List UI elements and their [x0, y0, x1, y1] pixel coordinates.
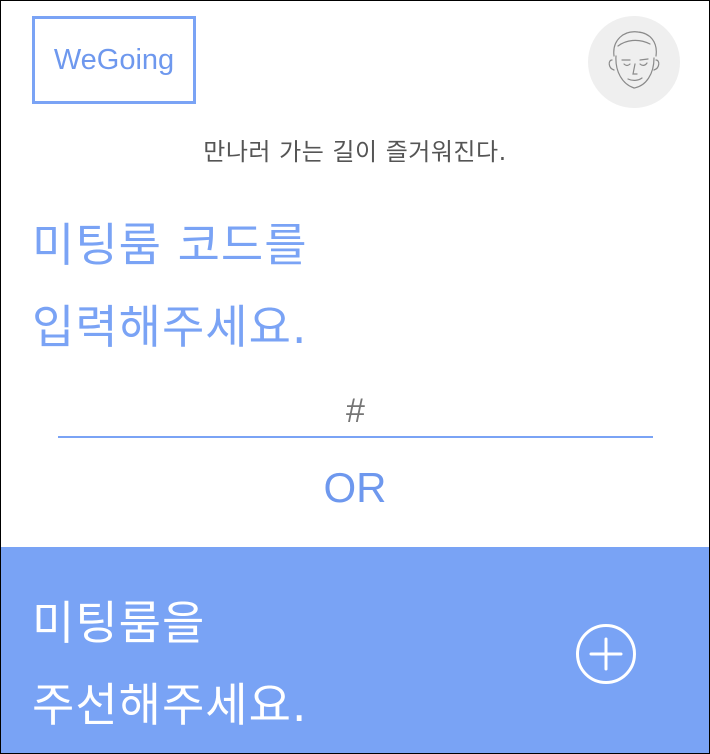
create-room-line2: 주선해주세요.: [32, 678, 308, 732]
logo-text: WeGoing: [53, 43, 175, 76]
create-room-line1: 미팅룸을: [32, 596, 206, 650]
room-code-input[interactable]: [58, 386, 653, 438]
create-room-text: 미팅룸을 주선해주세요.: [32, 582, 308, 746]
join-heading-line2: 입력해주세요.: [32, 300, 308, 354]
tagline: 만나러 가는 길이 즐거워진다.: [203, 138, 507, 166]
join-heading-line1: 미팅룸 코드를: [32, 218, 308, 272]
user-avatar-sketch-icon: [608, 31, 660, 89]
create-room-panel[interactable]: 미팅룸을 주선해주세요.: [1, 547, 709, 753]
app-logo[interactable]: WeGoing: [32, 16, 196, 104]
join-heading: 미팅룸 코드를 입력해주세요.: [32, 204, 308, 368]
app-screen: WeGoing 만나러 가는 길이 즐거워진다. 미팅룸 코드를 입력해주세요.…: [0, 0, 710, 754]
plus-circle-icon[interactable]: [575, 623, 637, 685]
user-avatar[interactable]: [588, 16, 680, 108]
or-divider-label: OR: [323, 464, 387, 511]
